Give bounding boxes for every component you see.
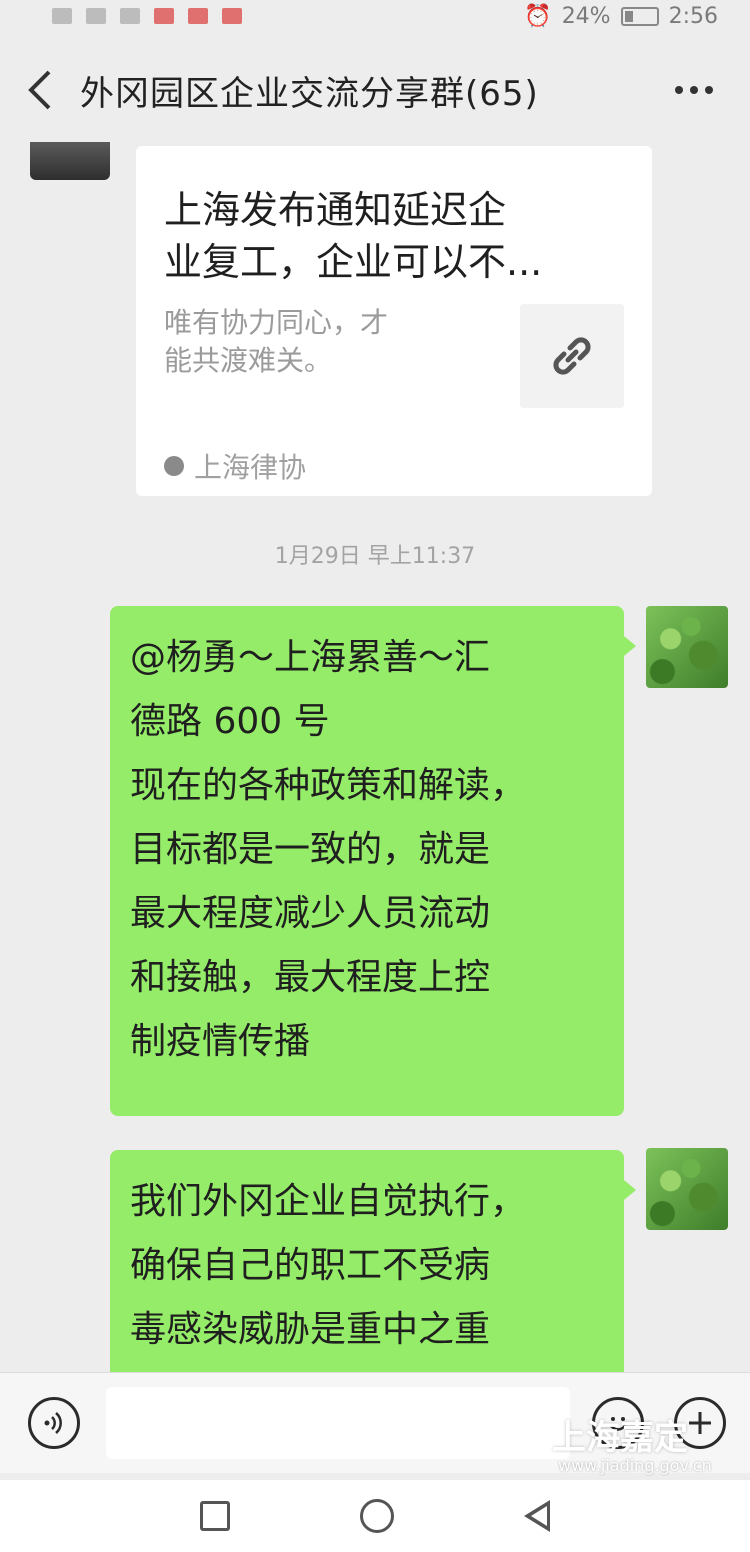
message-input[interactable] xyxy=(106,1387,570,1459)
app-notification-icon xyxy=(154,8,174,24)
link-thumbnail xyxy=(520,304,624,408)
battery-icon xyxy=(620,6,659,26)
battery-percent: 24% xyxy=(561,3,611,29)
source-icon xyxy=(164,456,184,476)
link-card-desc-line: 唯有协力同心，才 xyxy=(164,306,389,339)
watermark-url: www.jiading.gov.cn xyxy=(558,1456,712,1475)
voice-button[interactable] xyxy=(28,1397,80,1449)
source-name: 上海律协 xyxy=(194,451,307,484)
message-bubble[interactable]: 我们外冈企业自觉执行， 确保自己的职工不受病 毒感染威胁是重中之重 xyxy=(110,1150,636,1380)
message-line: 现在的各种政策和解读， xyxy=(130,765,527,806)
link-card-desc-line: 能共渡难关。 xyxy=(164,344,333,377)
message-timestamp: 1月29日 早上11:37 xyxy=(274,544,476,569)
link-card-title-line: 上海发布通知延迟企 xyxy=(164,188,507,232)
alarm-icon: ⏰ xyxy=(524,3,552,29)
voice-icon xyxy=(44,1412,62,1434)
signal-icon xyxy=(86,8,106,24)
system-nav-bar xyxy=(0,1480,750,1552)
wifi-icon xyxy=(120,8,140,24)
app-notification-icon xyxy=(222,8,242,24)
message-bubble[interactable]: @杨勇～上海累善～汇 德路 600 号 现在的各种政策和解读， 目标都是一致的，… xyxy=(110,606,636,1116)
message-line: 制疫情传播 xyxy=(130,1021,311,1062)
message-line: 毒感染威胁是重中之重 xyxy=(130,1309,491,1350)
back-button[interactable] xyxy=(0,40,80,140)
plus-icon xyxy=(689,1412,711,1434)
status-icons-left xyxy=(52,8,242,24)
link-icon xyxy=(553,337,591,375)
status-bar: ⏰ 24% 2:56 xyxy=(0,0,750,32)
app-notification-icon xyxy=(188,8,208,24)
back-nav-icon[interactable] xyxy=(524,1500,550,1532)
message-line: @杨勇～上海累善～汇 xyxy=(130,637,491,678)
chat-title: 外冈园区企业交流分享群(65) xyxy=(80,73,539,114)
link-card-title: 上海发布通知延迟企 业复工，企业可以不... xyxy=(164,184,634,288)
message-line: 和接触，最大程度上控 xyxy=(130,957,491,998)
link-card[interactable]: 上海发布通知延迟企 业复工，企业可以不... 唯有协力同心，才 能共渡难关。 上… xyxy=(136,146,652,496)
message-line: 目标都是一致的，就是 xyxy=(130,829,491,870)
link-card-title-line: 业复工，企业可以不... xyxy=(164,240,543,284)
notification-icon xyxy=(52,8,72,24)
chat-header: 外冈园区企业交流分享群(65) xyxy=(0,40,750,140)
my-avatar[interactable] xyxy=(646,1148,728,1230)
my-avatar[interactable] xyxy=(646,606,728,688)
back-arrow-icon xyxy=(28,70,51,110)
message-line: 我们外冈企业自觉执行， xyxy=(130,1181,527,1222)
message-line: 最大程度减少人员流动 xyxy=(130,893,491,934)
more-button[interactable] xyxy=(674,70,714,110)
watermark-logo: 上海嘉定 xyxy=(552,1418,688,1458)
link-card-description: 唯有协力同心，才 能共渡难关。 xyxy=(164,304,484,380)
clock: 2:56 xyxy=(668,3,718,29)
more-icon xyxy=(675,86,713,94)
status-icons-right: ⏰ 24% 2:56 xyxy=(524,4,718,29)
link-card-source: 上海律协 xyxy=(164,446,306,486)
sender-avatar[interactable] xyxy=(30,142,110,180)
message-line: 确保自己的职工不受病 xyxy=(130,1245,491,1286)
home-icon[interactable] xyxy=(360,1499,394,1533)
message-line: 德路 600 号 xyxy=(130,701,330,742)
recent-apps-icon[interactable] xyxy=(200,1501,230,1531)
